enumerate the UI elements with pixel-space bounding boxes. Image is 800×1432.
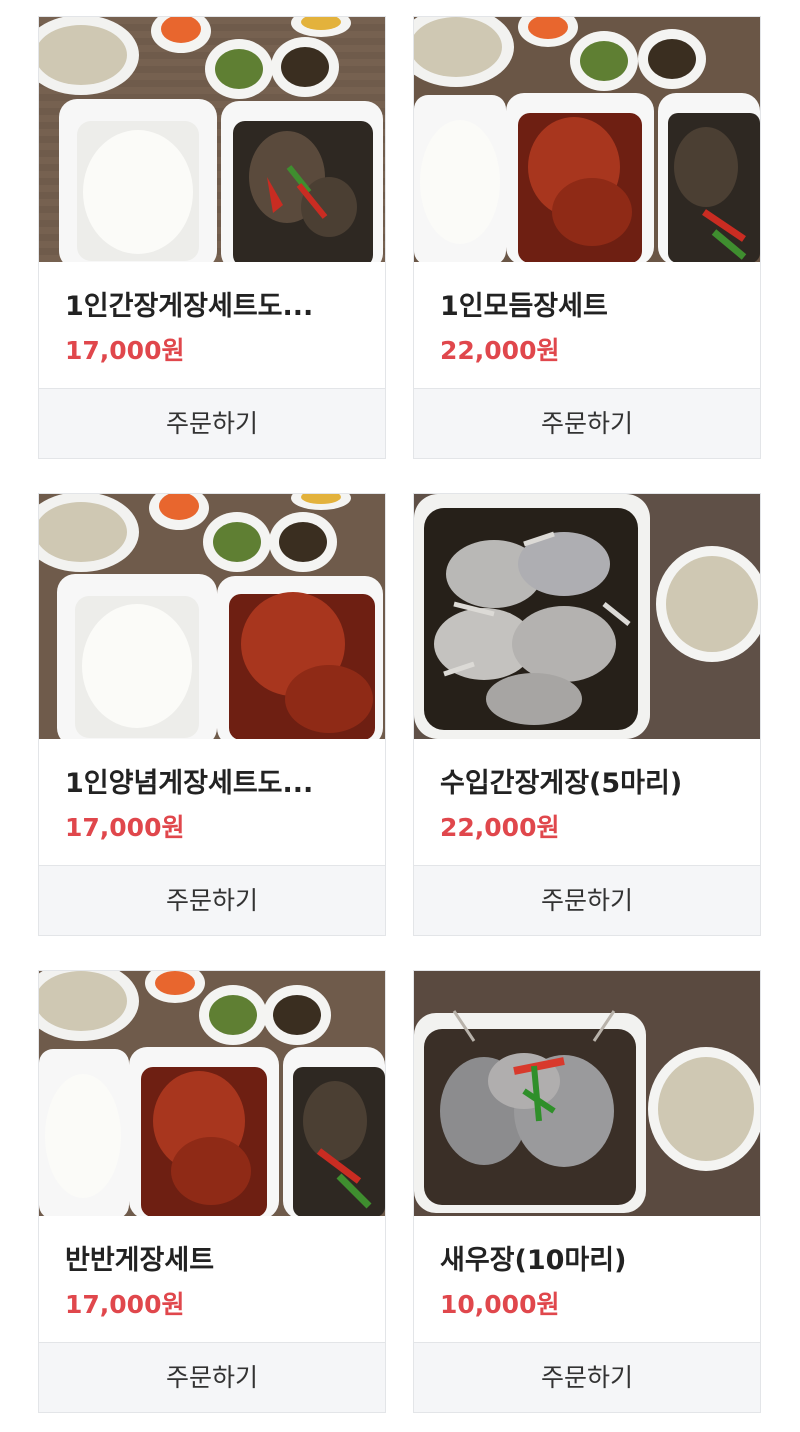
product-price: 22,000원 [440, 336, 560, 365]
half-half-crab-set-photo [39, 971, 385, 1216]
product-card[interactable]: 수입간장게장(5마리) 22,000원 주문하기 [413, 493, 761, 936]
soy-crab-5pc-photo [414, 494, 760, 739]
product-photo[interactable] [39, 494, 385, 739]
product-info: 반반게장세트 17,000원 [39, 1216, 385, 1342]
order-button[interactable]: 주문하기 [414, 865, 760, 935]
product-info: 1인양념게장세트도... 17,000원 [39, 739, 385, 865]
product-price: 17,000원 [65, 336, 185, 365]
spicy-crab-set-photo [39, 494, 385, 739]
soy-crab-set-photo [39, 17, 385, 262]
soy-shrimp-10pc-photo [414, 971, 760, 1216]
product-card[interactable]: 반반게장세트 17,000원 주문하기 [38, 970, 386, 1413]
product-card[interactable]: 1인간장게장세트도... 17,000원 주문하기 [38, 16, 386, 459]
assorted-set-photo [414, 17, 760, 262]
product-price: 10,000원 [440, 1290, 560, 1319]
product-name[interactable]: 새우장(10마리) [440, 1238, 740, 1277]
product-card[interactable]: 새우장(10마리) 10,000원 주문하기 [413, 970, 761, 1413]
product-name[interactable]: 1인간장게장세트도... [65, 284, 365, 323]
order-button[interactable]: 주문하기 [414, 1342, 760, 1412]
product-price: 17,000원 [65, 813, 185, 842]
product-info: 수입간장게장(5마리) 22,000원 [414, 739, 760, 865]
product-name[interactable]: 수입간장게장(5마리) [440, 761, 740, 800]
product-photo[interactable] [414, 971, 760, 1216]
product-name[interactable]: 1인모듬장세트 [440, 284, 740, 323]
product-info: 1인모듬장세트 22,000원 [414, 262, 760, 388]
product-photo[interactable] [39, 971, 385, 1216]
product-name[interactable]: 1인양념게장세트도... [65, 761, 365, 800]
product-price: 22,000원 [440, 813, 560, 842]
product-card[interactable]: 1인양념게장세트도... 17,000원 주문하기 [38, 493, 386, 936]
order-button[interactable]: 주문하기 [39, 865, 385, 935]
order-button[interactable]: 주문하기 [39, 388, 385, 458]
product-photo[interactable] [414, 494, 760, 739]
order-button[interactable]: 주문하기 [39, 1342, 385, 1412]
product-price: 17,000원 [65, 1290, 185, 1319]
order-button[interactable]: 주문하기 [414, 388, 760, 458]
product-photo[interactable] [414, 17, 760, 262]
product-photo[interactable] [39, 17, 385, 262]
product-info: 새우장(10마리) 10,000원 [414, 1216, 760, 1342]
product-grid: 1인간장게장세트도... 17,000원 주문하기 1인모듬장세트 22,000… [0, 0, 800, 1432]
product-card[interactable]: 1인모듬장세트 22,000원 주문하기 [413, 16, 761, 459]
product-name[interactable]: 반반게장세트 [65, 1238, 365, 1277]
product-info: 1인간장게장세트도... 17,000원 [39, 262, 385, 388]
